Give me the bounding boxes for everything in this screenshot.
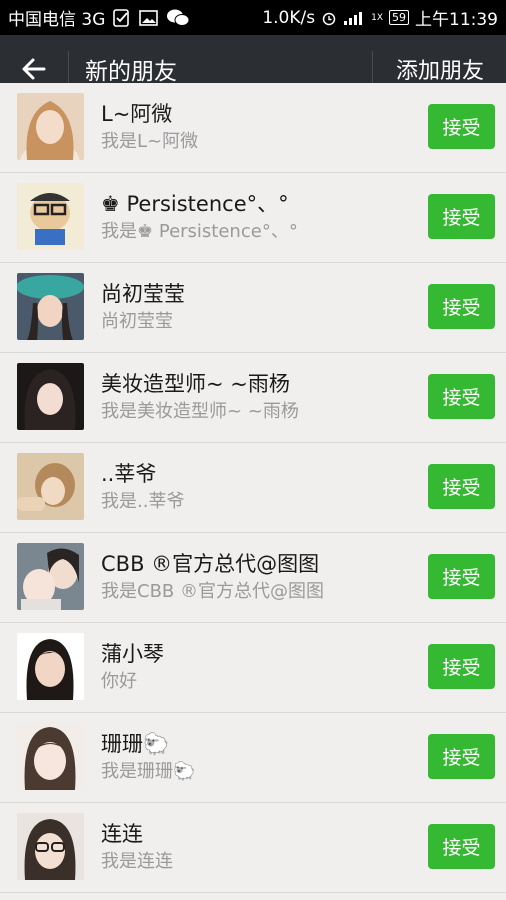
status-bar: 中国电信 3G 1.0K/s 1X 59 上午11:39 <box>0 0 506 35</box>
network-label: 1X <box>371 12 383 23</box>
friend-name: 美妆造型师~ ~雨杨 <box>101 372 290 396</box>
signal-icon <box>343 10 365 26</box>
list-item[interactable]: 蒲小琴 你好 接受 <box>0 623 506 713</box>
list-item[interactable]: 珊珊🐑 我是珊珊🐑 接受 <box>0 713 506 803</box>
accept-button[interactable]: 接受 <box>428 374 495 419</box>
friend-name: CBB ®官方总代@图图 <box>101 552 320 576</box>
friend-request-list: L~阿微 我是L~阿微 接受 ♚ Persistence°、° 我是♚ Pers… <box>0 83 506 893</box>
alarm-icon <box>321 10 337 26</box>
list-item[interactable]: 尚初莹莹 尚初莹莹 接受 <box>0 263 506 353</box>
sim-icon <box>112 8 132 27</box>
avatar <box>17 93 84 160</box>
friend-name: 尚初莹莹 <box>101 282 185 306</box>
request-message: 你好 <box>101 671 137 692</box>
request-message: 尚初莹莹 <box>101 311 173 332</box>
friend-name: ..莘爷 <box>101 462 157 486</box>
avatar <box>17 183 84 250</box>
wechat-icon <box>166 8 190 28</box>
list-item[interactable]: L~阿微 我是L~阿微 接受 <box>0 83 506 173</box>
list-item[interactable]: ..莘爷 我是..莘爷 接受 <box>0 443 506 533</box>
avatar <box>17 723 84 790</box>
list-item[interactable]: 连连 我是连连 接受 <box>0 803 506 893</box>
list-item[interactable]: 美妆造型师~ ~雨杨 我是美妆造型师~ ~雨杨 接受 <box>0 353 506 443</box>
list-item[interactable]: ♚ Persistence°、° 我是♚ Persistence°、° 接受 <box>0 173 506 263</box>
friend-name: 连连 <box>101 822 143 846</box>
arrow-left-icon <box>22 58 46 80</box>
accept-button[interactable]: 接受 <box>428 554 495 599</box>
request-message: 我是..莘爷 <box>101 491 185 512</box>
page-title: 新的朋友 <box>85 59 177 85</box>
request-message: 我是美妆造型师~ ~雨杨 <box>101 401 299 422</box>
accept-button[interactable]: 接受 <box>428 104 495 149</box>
list-item[interactable]: CBB ®官方总代@图图 我是CBB ®官方总代@图图 接受 <box>0 533 506 623</box>
accept-button[interactable]: 接受 <box>428 644 495 689</box>
request-message: 我是CBB ®官方总代@图图 <box>101 581 324 602</box>
avatar <box>17 453 84 520</box>
speed-label: 1.0K/s <box>262 7 316 28</box>
request-message: 我是L~阿微 <box>101 131 199 152</box>
accept-button[interactable]: 接受 <box>428 194 495 239</box>
carrier-label: 中国电信 3G <box>8 10 106 30</box>
friend-name: ♚ Persistence°、° <box>101 192 289 216</box>
avatar <box>17 633 84 700</box>
accept-button[interactable]: 接受 <box>428 734 495 779</box>
friend-name: 珊珊🐑 <box>101 732 170 756</box>
avatar <box>17 543 84 610</box>
request-message: 我是珊珊🐑 <box>101 761 196 782</box>
friend-name: L~阿微 <box>101 102 173 126</box>
accept-button[interactable]: 接受 <box>428 284 495 329</box>
avatar <box>17 273 84 340</box>
avatar <box>17 813 84 880</box>
friend-name: 蒲小琴 <box>101 642 164 666</box>
avatar <box>17 363 84 430</box>
accept-button[interactable]: 接受 <box>428 824 495 869</box>
title-divider <box>68 51 69 87</box>
battery-icon: 59 <box>389 10 409 25</box>
request-message: 我是连连 <box>101 851 173 872</box>
request-message: 我是♚ Persistence°、° <box>101 221 298 242</box>
accept-button[interactable]: 接受 <box>428 464 495 509</box>
clock: 上午11:39 <box>415 10 498 30</box>
image-icon <box>139 9 159 27</box>
